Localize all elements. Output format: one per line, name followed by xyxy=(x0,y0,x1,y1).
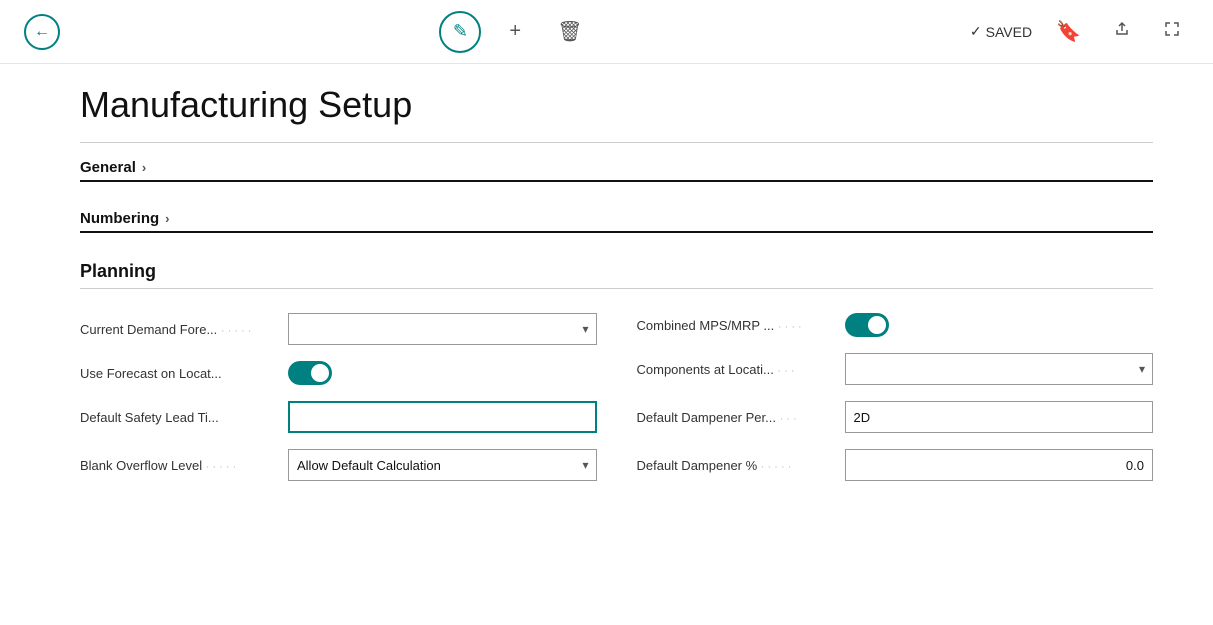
use-forecast-row: Use Forecast on Locat... xyxy=(80,353,597,393)
blank-overflow-select-wrapper: Allow Default Calculation Option 2 ▾ xyxy=(288,449,597,481)
general-section: General › xyxy=(80,159,1153,182)
current-demand-select-wrapper: Option 1 ▾ xyxy=(288,313,597,345)
default-safety-lead-input[interactable] xyxy=(288,401,597,433)
export-button[interactable] xyxy=(1105,16,1139,48)
default-dampener-pct-input[interactable] xyxy=(845,449,1154,481)
combined-mps-toggle-wrapper xyxy=(845,313,1154,337)
combined-mps-toggle[interactable] xyxy=(845,313,889,337)
default-dampener-pct-row: Default Dampener % · · · · · xyxy=(637,441,1154,489)
components-location-label: Components at Locati... · · · xyxy=(637,362,837,377)
delete-icon: 🗑 xyxy=(557,19,582,44)
expand-button[interactable] xyxy=(1155,16,1189,48)
numbering-section: Numbering › xyxy=(80,210,1153,233)
planning-title: Planning xyxy=(80,261,1153,282)
page-title: Manufacturing Setup xyxy=(80,84,1153,126)
default-safety-lead-row: Default Safety Lead Ti... xyxy=(80,393,597,441)
numbering-section-header[interactable]: Numbering › xyxy=(80,210,1153,227)
add-button[interactable]: + xyxy=(501,16,529,47)
current-demand-select[interactable]: Option 1 xyxy=(288,313,597,345)
components-location-select-wrapper: Option 1 ▾ xyxy=(845,353,1154,385)
current-demand-row: Current Demand Fore... · · · · · Option … xyxy=(80,305,597,353)
default-dampener-period-input-wrapper xyxy=(845,401,1154,433)
use-forecast-slider xyxy=(288,361,332,385)
export-icon xyxy=(1113,20,1131,44)
default-dampener-pct-label: Default Dampener % · · · · · xyxy=(637,458,837,473)
planning-divider xyxy=(80,288,1153,289)
components-location-select[interactable]: Option 1 xyxy=(845,353,1154,385)
use-forecast-toggle[interactable] xyxy=(288,361,332,385)
edit-icon: ✎ xyxy=(453,21,468,42)
title-divider xyxy=(80,142,1153,143)
combined-mps-label: Combined MPS/MRP ... · · · · xyxy=(637,318,837,333)
planning-section: Planning Current Demand Fore... · · · · … xyxy=(80,261,1153,489)
bookmark-button[interactable]: 🔖 xyxy=(1048,15,1089,48)
general-chevron: › xyxy=(142,160,146,175)
use-forecast-label: Use Forecast on Locat... xyxy=(80,366,280,381)
use-forecast-toggle-wrapper xyxy=(288,361,597,385)
numbering-divider xyxy=(80,231,1153,233)
toolbar-right: ✓ SAVED 🔖 xyxy=(970,15,1189,48)
bookmark-icon: 🔖 xyxy=(1056,19,1081,44)
numbering-chevron: › xyxy=(165,211,169,226)
current-demand-label: Current Demand Fore... · · · · · xyxy=(80,322,280,337)
add-icon: + xyxy=(509,20,521,43)
default-safety-lead-input-wrapper xyxy=(288,401,597,433)
default-dampener-pct-input-wrapper xyxy=(845,449,1154,481)
planning-form: Current Demand Fore... · · · · · Option … xyxy=(80,305,1153,489)
default-dampener-period-label: Default Dampener Per... · · · xyxy=(637,410,837,425)
numbering-label: Numbering xyxy=(80,210,159,227)
toolbar-center: ✎ + 🗑 xyxy=(76,11,954,53)
blank-overflow-row: Blank Overflow Level · · · · · Allow Def… xyxy=(80,441,597,489)
back-icon: ← xyxy=(34,23,50,41)
expand-icon xyxy=(1163,20,1181,44)
combined-mps-row: Combined MPS/MRP ... · · · · xyxy=(637,305,1154,345)
blank-overflow-select[interactable]: Allow Default Calculation Option 2 xyxy=(288,449,597,481)
saved-check-icon: ✓ xyxy=(970,23,982,40)
default-safety-lead-label: Default Safety Lead Ti... xyxy=(80,410,280,425)
default-dampener-period-row: Default Dampener Per... · · · xyxy=(637,393,1154,441)
general-label: General xyxy=(80,159,136,176)
general-divider xyxy=(80,180,1153,182)
components-location-row: Components at Locati... · · · Option 1 ▾ xyxy=(637,345,1154,393)
blank-overflow-label: Blank Overflow Level · · · · · xyxy=(80,458,280,473)
general-section-header[interactable]: General › xyxy=(80,159,1153,176)
delete-button[interactable]: 🗑 xyxy=(549,15,590,48)
default-dampener-period-input[interactable] xyxy=(845,401,1154,433)
back-button[interactable]: ← xyxy=(24,14,60,50)
toolbar: ← ✎ + 🗑 ✓ SAVED 🔖 xyxy=(0,0,1213,64)
page-content: Manufacturing Setup General › Numbering … xyxy=(0,64,1213,509)
combined-mps-slider xyxy=(845,313,889,337)
edit-button[interactable]: ✎ xyxy=(439,11,481,53)
planning-right-col: Combined MPS/MRP ... · · · · Components … xyxy=(637,305,1154,489)
saved-status: ✓ SAVED xyxy=(970,23,1032,40)
planning-left-col: Current Demand Fore... · · · · · Option … xyxy=(80,305,597,489)
